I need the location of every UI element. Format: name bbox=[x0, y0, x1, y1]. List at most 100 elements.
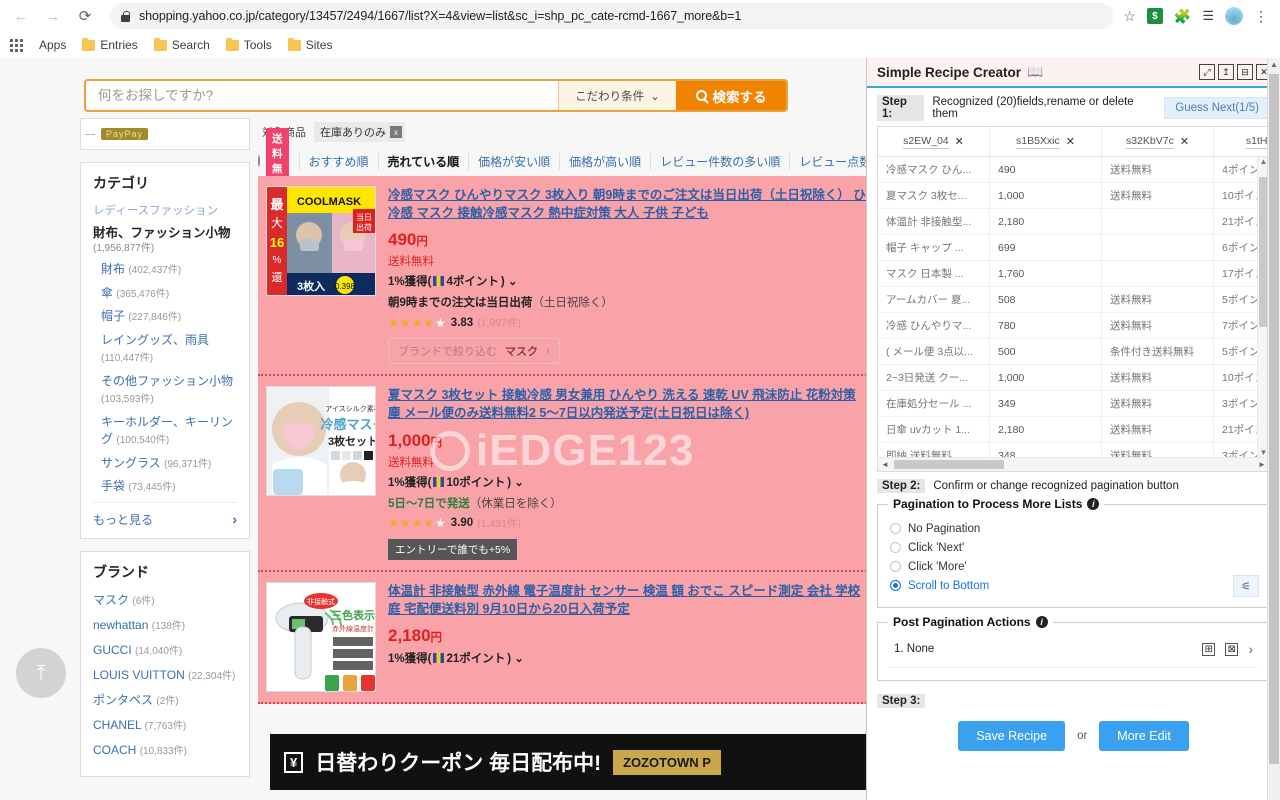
sort-tab-recommended[interactable]: おすすめ順 bbox=[299, 153, 378, 170]
table-row[interactable]: 冷感 ひんやりマ...780送料無料7ポイント bbox=[878, 313, 1269, 339]
search-conditions-dropdown[interactable]: こだわり条件 ⌄ bbox=[558, 81, 676, 110]
scrollbar-thumb[interactable] bbox=[894, 460, 1004, 469]
product-review-count[interactable]: (1,431件) bbox=[477, 516, 521, 531]
info-icon[interactable]: i bbox=[1036, 616, 1048, 628]
scroll-to-top-button[interactable]: ⤒ bbox=[16, 648, 66, 698]
category-item-sunglasses[interactable]: サングラス (96,371件) bbox=[93, 455, 237, 473]
table-row[interactable]: 体温計 非接触型...2,18021ポイント bbox=[878, 209, 1269, 235]
scrollbar-thumb[interactable] bbox=[1269, 74, 1279, 764]
bookmark-entries[interactable]: Entries bbox=[82, 38, 137, 52]
table-row[interactable]: 冷感マスク ひん...490送料無料4ポイント bbox=[878, 157, 1269, 183]
brand-item-coach[interactable]: COACH (10,833件) bbox=[93, 741, 237, 759]
filter-by-brand-button[interactable]: ブランドで絞り込む マスク › bbox=[388, 338, 560, 364]
radio-icon[interactable] bbox=[890, 523, 901, 534]
category-item-keyring[interactable]: キーホルダー、キーリング (100,540件) bbox=[93, 414, 237, 449]
sort-tab-bestselling[interactable]: 売れている順 bbox=[378, 153, 469, 170]
brand-item-pontapes[interactable]: ポンタペス (2件) bbox=[93, 691, 237, 709]
remove-action-icon[interactable]: ⊠ bbox=[1225, 643, 1238, 656]
category-item-hat[interactable]: 帽子 (227,846件) bbox=[93, 308, 237, 326]
address-bar-url[interactable]: shopping.yahoo.co.jp/category/13457/2494… bbox=[139, 9, 741, 23]
add-action-icon[interactable]: ⊞ bbox=[1202, 643, 1215, 656]
bookmark-apps[interactable]: Apps bbox=[39, 38, 66, 52]
delete-column-icon[interactable]: ✕ bbox=[1180, 135, 1189, 148]
product-list-item[interactable]: 最 大 16 % 還 COOLMASK 当日 出荷 bbox=[258, 176, 878, 376]
info-icon[interactable]: i bbox=[1087, 498, 1099, 510]
table-row[interactable]: アームカバー 夏...508送料無料5ポイント bbox=[878, 287, 1269, 313]
table-column-2[interactable]: s1B5Xxic ✕ bbox=[990, 127, 1102, 156]
column-name-input[interactable]: s1B5Xxic bbox=[1016, 135, 1060, 149]
brand-item-louisvuitton[interactable]: LOUIS VUITTON (22,304件) bbox=[93, 666, 237, 684]
sort-tab-price-high[interactable]: 価格が高い順 bbox=[559, 153, 650, 170]
pagination-option-none[interactable]: No Pagination bbox=[890, 519, 1257, 538]
search-submit-button[interactable]: 検索する bbox=[676, 81, 786, 110]
category-item-other[interactable]: その他ファッション小物 (103,593件) bbox=[93, 373, 237, 408]
radio-icon[interactable] bbox=[890, 542, 901, 553]
sort-tab-review-count[interactable]: レビュー件数の多い順 bbox=[650, 153, 789, 170]
more-edit-button[interactable]: More Edit bbox=[1099, 721, 1189, 751]
category-parent-link[interactable]: レディースファッション bbox=[93, 202, 237, 218]
sort-tab-price-low[interactable]: 価格が安い順 bbox=[468, 153, 559, 170]
radio-icon[interactable] bbox=[890, 561, 901, 572]
category-item-raingoods[interactable]: レイングッズ、雨具 (110,447件) bbox=[93, 332, 237, 367]
table-horizontal-scrollbar[interactable]: ◄ ► bbox=[878, 457, 1269, 471]
product-title-link[interactable]: 夏マスク 3枚セット 接触冷感 男女兼用 ひんやり 洗える 速乾 UV 飛沫防止… bbox=[388, 386, 870, 422]
category-item-gloves[interactable]: 手袋 (73,445件) bbox=[93, 478, 237, 496]
scroll-up-arrow-icon[interactable]: ▲ bbox=[1268, 58, 1280, 72]
chrome-menu-icon[interactable]: ⋮ bbox=[1254, 8, 1268, 25]
column-name-input[interactable]: s2EW_04 bbox=[903, 135, 949, 149]
product-points-suffix[interactable]: ) ⌄ bbox=[507, 651, 524, 665]
table-row[interactable]: 在庫処分セール ...349送料無料3ポイント bbox=[878, 391, 1269, 417]
product-thumbnail[interactable]: アイスシルク素材 冷感マスク 3枚セット bbox=[266, 386, 376, 496]
product-points-suffix[interactable]: ) ⌄ bbox=[507, 475, 524, 489]
table-row[interactable]: 2~3日発送 クー...1,000送料無料10ポイント bbox=[878, 365, 1269, 391]
apps-grid-icon[interactable] bbox=[10, 39, 23, 52]
omnibox[interactable]: shopping.yahoo.co.jp/category/13457/2494… bbox=[110, 3, 1113, 29]
pagination-option-more[interactable]: Click 'More' bbox=[890, 557, 1257, 576]
product-thumbnail[interactable]: 非接触式 三色表示 赤外線温度計 bbox=[266, 582, 376, 692]
free-shipping-radio[interactable] bbox=[258, 155, 260, 167]
bookmark-search[interactable]: Search bbox=[154, 38, 210, 52]
pagination-settings-icon[interactable]: ⚟ bbox=[1233, 575, 1259, 597]
brand-item-mask[interactable]: マスク (6件) bbox=[93, 591, 237, 609]
category-item-umbrella[interactable]: 傘 (365,476件) bbox=[93, 285, 237, 303]
category-item-wallet[interactable]: 財布 (402,437件) bbox=[93, 261, 237, 279]
save-recipe-button[interactable]: Save Recipe bbox=[958, 721, 1065, 751]
table-row[interactable]: 即納 送料無料 ...348送料無料3ポイント bbox=[878, 443, 1269, 457]
brand-item-chanel[interactable]: CHANEL (7,763件) bbox=[93, 716, 237, 734]
delete-column-icon[interactable]: ✕ bbox=[955, 135, 964, 148]
scroll-left-arrow-icon[interactable]: ◄ bbox=[878, 460, 892, 469]
guess-next-button[interactable]: Guess Next(1/5) bbox=[1164, 97, 1270, 119]
puzzle-extensions-icon[interactable]: 🧩 bbox=[1174, 8, 1191, 25]
post-action-item[interactable]: 1. None ⊞ ⊠ › bbox=[890, 631, 1257, 668]
back-icon[interactable]: ← bbox=[10, 5, 32, 27]
table-row[interactable]: 夏マスク 3枚セ...1,000送料無料10ポイント bbox=[878, 183, 1269, 209]
table-row[interactable]: 日傘 uvカット 1...2,180送料無料21ポイント bbox=[878, 417, 1269, 443]
table-row[interactable]: マスク 日本製 ...1,76017ポイント bbox=[878, 261, 1269, 287]
product-list-item[interactable]: 非接触式 三色表示 赤外線温度計 体温計 非接触型 赤外線 電子温度計 センサー… bbox=[258, 572, 878, 704]
reload-icon[interactable]: ⟳ bbox=[74, 5, 96, 27]
product-thumbnail[interactable]: 最 大 16 % 還 COOLMASK 当日 出荷 bbox=[266, 186, 376, 296]
pin-top-icon[interactable]: ↥ bbox=[1218, 64, 1234, 80]
table-column-1[interactable]: s2EW_04 ✕ bbox=[878, 127, 990, 156]
column-name-input[interactable]: s32KbV7c bbox=[1126, 135, 1174, 149]
split-icon[interactable]: ⊟ bbox=[1237, 64, 1253, 80]
pagination-option-next[interactable]: Click 'Next' bbox=[890, 538, 1257, 557]
money-extension-icon[interactable]: $ bbox=[1147, 8, 1163, 24]
category-show-more[interactable]: もっと見る › bbox=[93, 502, 237, 528]
product-title-link[interactable]: 体温計 非接触型 赤外線 電子温度計 センサー 検温 額 おでこ スピード測定 … bbox=[388, 582, 870, 618]
close-icon[interactable]: x bbox=[390, 126, 402, 138]
product-points-suffix[interactable]: ) ⌄ bbox=[501, 274, 518, 288]
search-input[interactable] bbox=[86, 81, 558, 110]
table-row[interactable]: 帽子 キャップ ...6996ポイント bbox=[878, 235, 1269, 261]
forward-icon[interactable]: → bbox=[42, 5, 64, 27]
brand-item-gucci[interactable]: GUCCI (14,040件) bbox=[93, 641, 237, 659]
expand-icon[interactable]: ⤢ bbox=[1199, 64, 1215, 80]
product-list-item[interactable]: アイスシルク素材 冷感マスク 3枚セット 夏マスク 3枚セット 接触冷感 男女兼… bbox=[258, 376, 878, 571]
bookmark-tools[interactable]: Tools bbox=[226, 38, 272, 52]
bookmark-sites[interactable]: Sites bbox=[288, 38, 333, 52]
avatar[interactable] bbox=[1225, 7, 1243, 25]
product-review-count[interactable]: (1,997件) bbox=[477, 315, 521, 330]
reading-list-icon[interactable]: ☰ bbox=[1202, 8, 1214, 24]
radio-icon-selected[interactable] bbox=[890, 580, 901, 591]
panel-vertical-scrollbar[interactable]: ▲ bbox=[1267, 58, 1280, 800]
